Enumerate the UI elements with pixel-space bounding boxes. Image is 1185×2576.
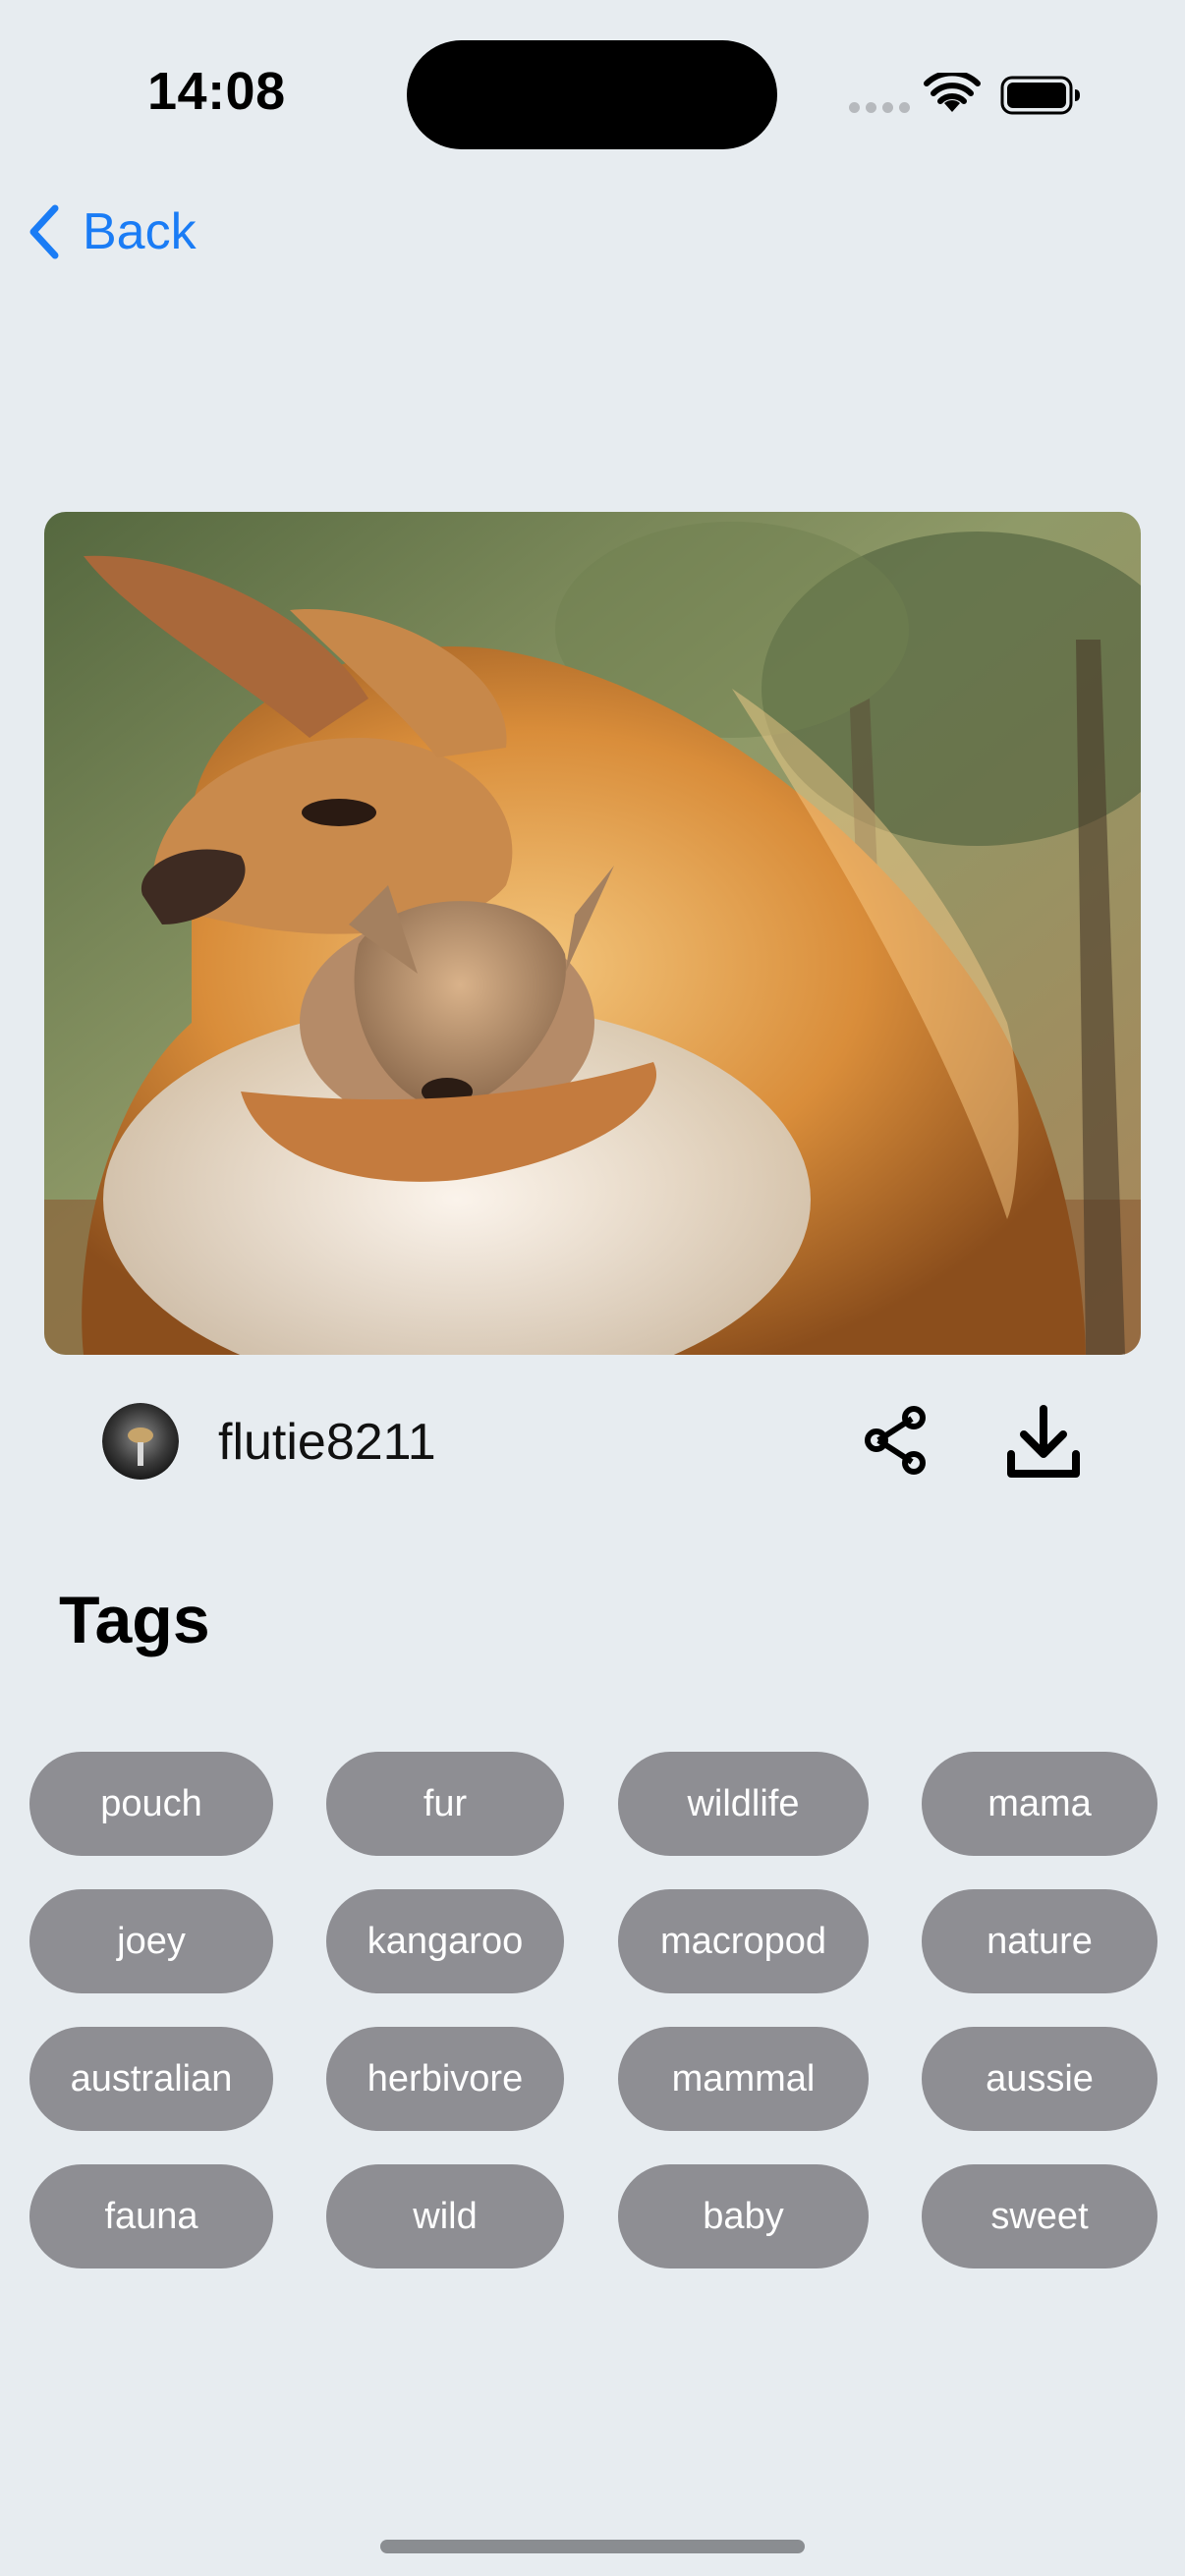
tag-chip[interactable]: sweet [922, 2164, 1157, 2268]
chevron-left-icon [29, 204, 59, 259]
dynamic-island [407, 40, 777, 149]
cellular-signal-icon [849, 102, 910, 113]
tag-chip[interactable]: herbivore [326, 2027, 564, 2131]
author-username[interactable]: flutie8211 [218, 1413, 436, 1472]
tag-chip[interactable]: australian [29, 2027, 273, 2131]
tag-chip[interactable]: nature [922, 1889, 1157, 1993]
tags-heading: Tags [59, 1583, 210, 1657]
avatar[interactable] [102, 1403, 179, 1480]
share-icon [865, 1406, 926, 1475]
tag-chip[interactable]: macropod [618, 1889, 869, 1993]
download-button[interactable] [1006, 1405, 1081, 1480]
tag-chip[interactable]: wild [326, 2164, 564, 2268]
tag-chip[interactable]: wildlife [618, 1752, 869, 1856]
back-label: Back [83, 203, 197, 260]
tag-chip[interactable]: mammal [618, 2027, 869, 2131]
kangaroo-photo[interactable] [44, 512, 1141, 1355]
status-time: 14:08 [147, 62, 286, 121]
tag-chip[interactable]: mama [922, 1752, 1157, 1856]
wifi-icon [924, 73, 981, 112]
battery-icon [1000, 76, 1080, 115]
tag-chip[interactable]: fauna [29, 2164, 273, 2268]
home-indicator[interactable] [380, 2540, 805, 2553]
tag-chip[interactable]: pouch [29, 1752, 273, 1856]
tag-chip[interactable]: aussie [922, 2027, 1157, 2131]
download-icon [1007, 1405, 1080, 1478]
share-button[interactable] [861, 1405, 931, 1476]
tag-chip[interactable]: kangaroo [326, 1889, 564, 1993]
tag-chip[interactable]: fur [326, 1752, 564, 1856]
tag-chip[interactable]: baby [618, 2164, 869, 2268]
back-button[interactable]: Back [24, 193, 197, 271]
tag-chip[interactable]: joey [29, 1889, 273, 1993]
